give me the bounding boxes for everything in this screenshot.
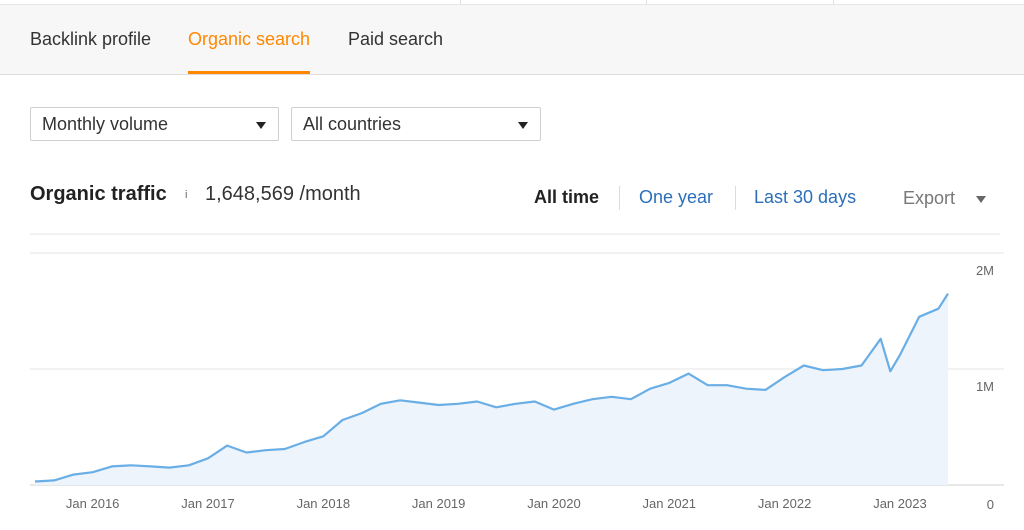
info-icon[interactable]: i	[185, 189, 187, 201]
chevron-down-icon	[518, 122, 528, 129]
traffic-area	[35, 293, 948, 485]
y-tick-label: 0	[987, 497, 994, 512]
y-tick-label: 2M	[976, 263, 994, 278]
x-tick-label: Jan 2020	[527, 496, 581, 511]
x-tick-label: Jan 2019	[412, 496, 466, 511]
y-tick-label: 1M	[976, 379, 994, 394]
chevron-down-icon	[256, 122, 266, 129]
country-select[interactable]: All countries	[291, 107, 541, 141]
chevron-down-icon	[976, 196, 986, 203]
tab-paid-search[interactable]: Paid search	[348, 5, 443, 74]
export-label: Export	[903, 188, 956, 208]
x-tick-label: Jan 2016	[66, 496, 120, 511]
top-strip-divider	[460, 0, 461, 4]
country-select-value: All countries	[303, 114, 402, 134]
x-tick-label: Jan 2021	[643, 496, 697, 511]
section-title: Organic traffic	[30, 183, 167, 205]
volume-select[interactable]: Monthly volume	[30, 107, 279, 141]
x-tick-label: Jan 2018	[297, 496, 351, 511]
x-tick-label: Jan 2022	[758, 496, 812, 511]
range-last-30-days[interactable]: Last 30 days	[754, 187, 856, 208]
traffic-chart: 0 1M 2M Jan 2016 Jan 2017 Jan 2018 Jan 2019 Jan…	[30, 233, 1004, 512]
range-one-year[interactable]: One year	[639, 187, 713, 208]
top-strip-divider	[646, 0, 647, 4]
export-button[interactable]: Export	[903, 188, 986, 209]
range-all-time[interactable]: All time	[534, 187, 599, 208]
tab-organic-search[interactable]: Organic search	[188, 5, 311, 74]
volume-select-value: Monthly volume	[42, 114, 169, 134]
range-divider	[619, 186, 620, 210]
tab-bar: Backlink profile Organic search Paid sea…	[0, 5, 1024, 75]
range-divider	[735, 186, 736, 210]
top-strip-divider	[833, 0, 834, 4]
traffic-value: 1,648,569 /month	[205, 183, 361, 205]
x-tick-label: Jan 2017	[181, 496, 235, 511]
x-tick-label: Jan 2023	[873, 496, 927, 511]
tab-backlink-profile[interactable]: Backlink profile	[30, 5, 151, 74]
